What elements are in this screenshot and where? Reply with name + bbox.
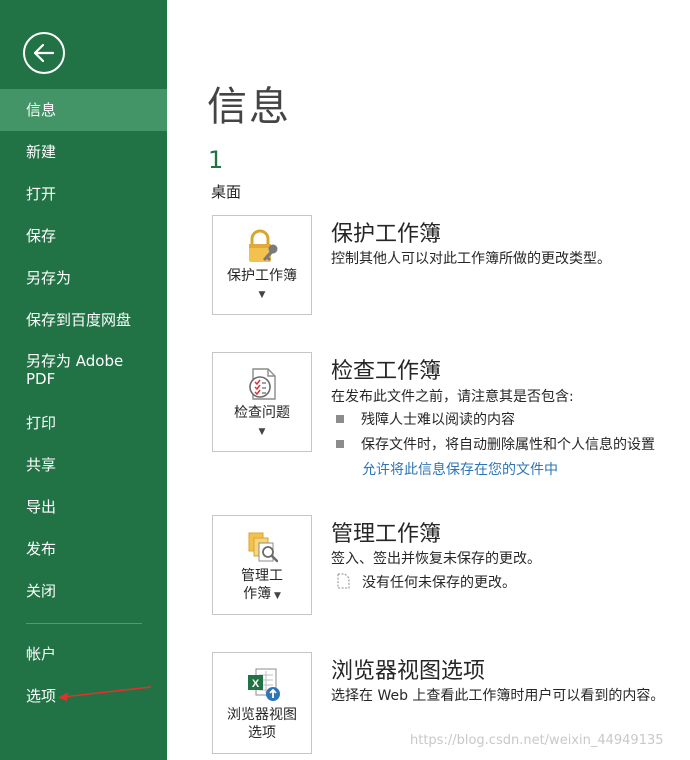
bullet-text: 残障人士难以阅读的内容 bbox=[361, 412, 515, 428]
chevron-down-icon: ▼ bbox=[258, 427, 266, 437]
arrow-left-icon bbox=[33, 43, 55, 63]
nav-item-save-as[interactable]: 另存为 bbox=[0, 257, 167, 299]
page-title: 信息 bbox=[207, 84, 291, 130]
nav-item-account[interactable]: 帐户 bbox=[0, 633, 167, 675]
chevron-down-icon: ▼ bbox=[271, 591, 281, 601]
nav-item-save-as-pdf[interactable]: 另存为 Adobe PDF bbox=[0, 348, 150, 394]
excel-browser-icon: X bbox=[248, 668, 280, 701]
section-title-browser-view: 浏览器视图选项 bbox=[331, 659, 486, 684]
unsaved-changes-note: 没有任何未保存的更改。 bbox=[336, 572, 516, 592]
nav-item-open[interactable]: 打开 bbox=[0, 173, 167, 215]
list-item: 残障人士难以阅读的内容 bbox=[336, 409, 515, 429]
nav-item-export[interactable]: 导出 bbox=[0, 486, 167, 528]
document-icon bbox=[337, 573, 350, 589]
backstage-sidebar: 信息 新建 打开 保存 另存为 保存到百度网盘 另存为 Adobe PDF 打印… bbox=[0, 0, 167, 760]
nav-item-publish[interactable]: 发布 bbox=[0, 528, 167, 570]
list-item: 保存文件时，将自动删除属性和个人信息的设置 bbox=[336, 434, 655, 454]
document-name: 1 bbox=[208, 146, 224, 174]
section-desc-browser-view: 选择在 Web 上查看此工作簿时用户可以看到的内容。 bbox=[331, 688, 665, 704]
section-desc-protect: 控制其他人可以对此工作簿所做的更改类型。 bbox=[331, 251, 611, 267]
nav-item-close[interactable]: 关闭 bbox=[0, 570, 167, 612]
check-issues-button[interactable]: 检查问题 ▼ bbox=[212, 352, 312, 452]
section-desc-manage: 签入、签出并恢复未保存的更改。 bbox=[331, 551, 541, 567]
manage-workbook-button[interactable]: 管理工 作簿 ▼ bbox=[212, 515, 312, 615]
protect-workbook-button[interactable]: 保护工作簿 ▼ bbox=[212, 215, 312, 315]
section-title-protect: 保护工作簿 bbox=[331, 222, 442, 247]
tile-label: 检查问题 bbox=[234, 405, 290, 421]
nav-item-new[interactable]: 新建 bbox=[0, 131, 167, 173]
bullet-icon bbox=[336, 440, 344, 448]
browser-view-options-button[interactable]: X 浏览器视图 选项 bbox=[212, 652, 312, 754]
annotation-arrow bbox=[58, 686, 152, 701]
nav-item-save[interactable]: 保存 bbox=[0, 215, 167, 257]
nav-item-info[interactable]: 信息 bbox=[0, 89, 167, 131]
allow-save-info-link[interactable]: 允许将此信息保存在您的文件中 bbox=[362, 459, 558, 479]
manage-versions-icon bbox=[248, 532, 279, 563]
document-location: 桌面 bbox=[211, 183, 242, 201]
nav-item-print[interactable]: 打印 bbox=[0, 402, 167, 444]
back-button[interactable] bbox=[23, 32, 65, 74]
checklist-icon bbox=[249, 368, 276, 400]
lock-key-icon bbox=[249, 229, 278, 262]
tile-label-line2: 作簿 ▼ bbox=[213, 585, 311, 605]
tile-label-line1: 管理工 bbox=[241, 568, 283, 584]
tile-label-line2: 选项 bbox=[248, 725, 276, 741]
svg-text:X: X bbox=[252, 678, 260, 690]
nav-item-share[interactable]: 共享 bbox=[0, 444, 167, 486]
nav-divider bbox=[26, 623, 142, 624]
tile-label: 保护工作簿 bbox=[227, 268, 297, 284]
bullet-text: 保存文件时，将自动删除属性和个人信息的设置 bbox=[361, 437, 655, 453]
bullet-icon bbox=[336, 415, 344, 423]
tile-label-line1: 浏览器视图 bbox=[227, 707, 297, 723]
nav-item-save-to-baidu[interactable]: 保存到百度网盘 bbox=[0, 299, 167, 341]
section-title-inspect: 检查工作簿 bbox=[331, 359, 442, 384]
section-title-manage: 管理工作簿 bbox=[331, 522, 442, 547]
tile-label-text: 作簿 bbox=[243, 586, 272, 602]
section-desc-inspect: 在发布此文件之前，请注意其是否包含: bbox=[331, 389, 574, 405]
note-text: 没有任何未保存的更改。 bbox=[362, 575, 516, 591]
chevron-down-icon: ▼ bbox=[258, 290, 266, 300]
watermark: https://blog.csdn.net/weixin_44949135 bbox=[410, 733, 664, 748]
